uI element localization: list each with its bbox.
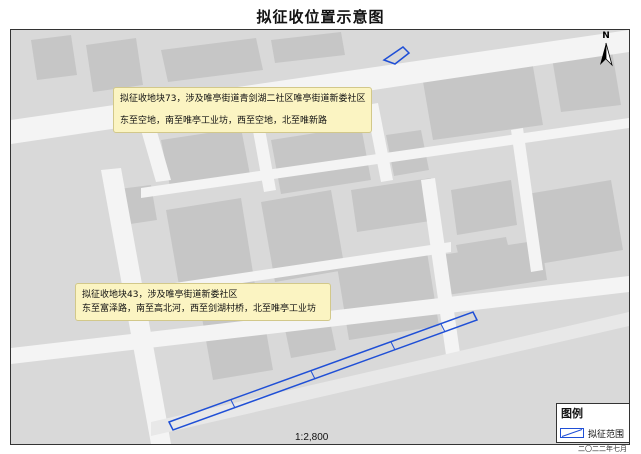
callout-parcel-73: 拟征收地块73，涉及唯亭街道青剑湖二社区唯亭街道新娄社区 东至空地，南至唯亭工业… [113,87,373,133]
callout-parcel-43: 拟征收地块43，涉及唯亭街道新娄社区 东至富泽路，南至高北河，西至剑湖村桥，北至… [75,283,332,321]
legend: 图例 拟征范围 [556,403,630,443]
building [86,38,143,92]
parcel-outline-icon [560,428,584,438]
callout-parcel-73-line2: 东至空地，南至唯亭工业坊，西至空地，北至唯新路 [120,116,328,126]
north-arrow-icon: N [594,31,618,69]
north-label: N [602,31,610,41]
building [31,35,77,80]
map-title: 拟征收位置示意图 [256,8,385,26]
callout-parcel-43-line2: 东至富泽路，南至高北河，西至剑湖村桥，北至唯亭工业坊 [82,304,317,314]
callout-parcel-73-line1: 拟征收地块73，涉及唯亭街道青剑湖二社区唯亭街道新娄社区 [120,94,366,104]
map-date: 二〇二二年七月 [578,445,627,453]
callout-parcel-43-line1: 拟征收地块43，涉及唯亭街道新娄社区 [82,290,238,300]
legend-title: 图例 [561,407,583,420]
map-frame[interactable]: 拟征收地块73，涉及唯亭街道青剑湖二社区唯亭街道新娄社区 东至空地，南至唯亭工业… [10,29,630,445]
legend-item-label: 拟征范围 [588,430,625,440]
scale-label: 1:2,800 [295,432,329,443]
